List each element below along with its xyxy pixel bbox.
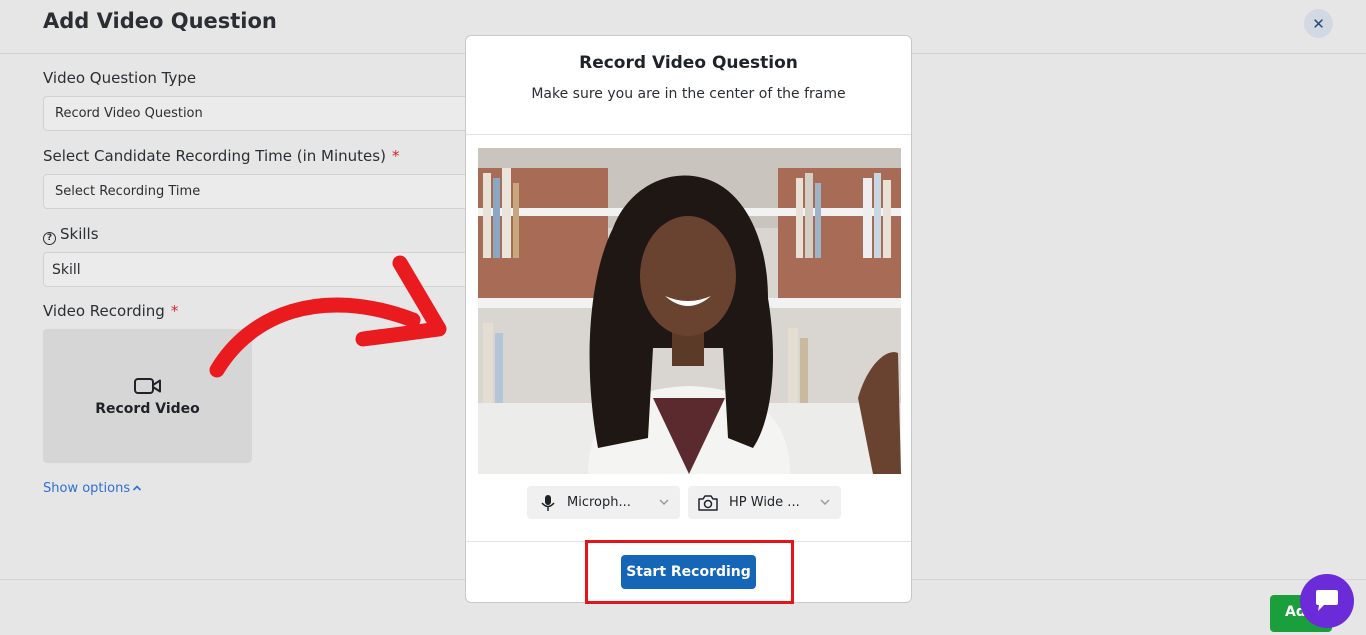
help-icon: ? xyxy=(43,231,56,245)
modal-subtitle: Make sure you are in the center of the f… xyxy=(531,86,846,102)
required-mark: * xyxy=(170,302,179,320)
page-title: Add Video Question xyxy=(43,9,277,33)
video-question-type-select[interactable]: Record Video Question xyxy=(43,96,473,131)
camera-select[interactable]: HP Wide ... xyxy=(688,486,841,519)
record-video-label: Record Video xyxy=(95,401,200,417)
chat-widget-button[interactable] xyxy=(1300,574,1354,628)
show-options-link[interactable]: Show options xyxy=(43,481,142,496)
required-mark: * xyxy=(391,147,400,165)
chevron-down-icon xyxy=(820,499,830,506)
microphone-select[interactable]: Microph... xyxy=(527,486,680,519)
start-recording-button[interactable]: Start Recording xyxy=(621,555,756,589)
video-question-type-value: Record Video Question xyxy=(55,106,203,121)
camera-preview xyxy=(478,148,901,474)
microphone-icon xyxy=(541,494,555,511)
camera-icon xyxy=(698,494,718,511)
video-recording-label: Video Recording * xyxy=(43,302,179,320)
skills-label: ? Skills xyxy=(43,225,99,245)
recording-time-placeholder: Select Recording Time xyxy=(55,184,201,199)
record-video-modal: Record Video Question Make sure you are … xyxy=(465,35,912,604)
recording-time-label: Select Candidate Recording Time (in Minu… xyxy=(43,147,400,165)
chevron-down-icon xyxy=(659,499,669,506)
recording-time-select[interactable]: Select Recording Time xyxy=(43,174,473,209)
camera-label: HP Wide ... xyxy=(729,495,800,510)
close-icon: ✕ xyxy=(1312,14,1325,33)
video-question-type-label: Video Question Type xyxy=(43,69,197,87)
skills-value: Skill xyxy=(52,261,81,278)
modal-title: Record Video Question xyxy=(579,53,798,73)
video-camera-icon xyxy=(133,378,161,394)
modal-divider xyxy=(466,134,911,135)
chat-icon xyxy=(1316,590,1338,611)
chevron-up-icon xyxy=(133,485,142,491)
annotation-arrow-icon xyxy=(209,255,447,378)
microphone-label: Microph... xyxy=(567,495,631,510)
close-button[interactable]: ✕ xyxy=(1304,9,1333,38)
